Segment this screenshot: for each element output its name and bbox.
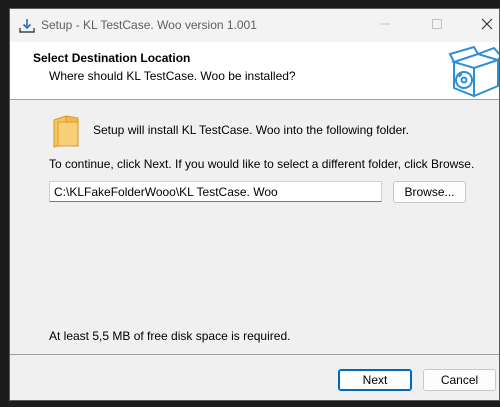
title-bar[interactable]: Setup - KL TestCase. Woo version 1.001 [10,9,499,42]
wizard-body: Setup will install KL TestCase. Woo into… [10,100,499,354]
folder-icon [52,114,80,148]
browse-button[interactable]: Browse... [393,181,466,203]
setup-window: Setup - KL TestCase. Woo version 1.001 S… [9,8,500,401]
software-box-disc-icon [448,42,499,99]
page-title: Select Destination Location [33,51,191,65]
instruction-text: To continue, click Next. If you would li… [49,157,475,171]
installer-download-icon [18,17,36,35]
window-title: Setup - KL TestCase. Woo version 1.001 [41,18,257,32]
destination-path-input[interactable] [49,181,382,202]
wizard-footer: Next Cancel [10,354,499,400]
install-intro-text: Setup will install KL TestCase. Woo into… [93,123,409,137]
wizard-header: Select Destination Location Where should… [10,42,499,100]
next-button[interactable]: Next [338,369,412,391]
minimize-icon[interactable] [378,17,392,31]
disk-space-text: At least 5,5 MB of free disk space is re… [49,329,291,343]
cancel-button[interactable]: Cancel [423,369,496,391]
page-subtitle: Where should KL TestCase. Woo be install… [49,69,296,83]
close-icon[interactable] [476,15,498,33]
maximize-icon[interactable] [430,17,444,31]
